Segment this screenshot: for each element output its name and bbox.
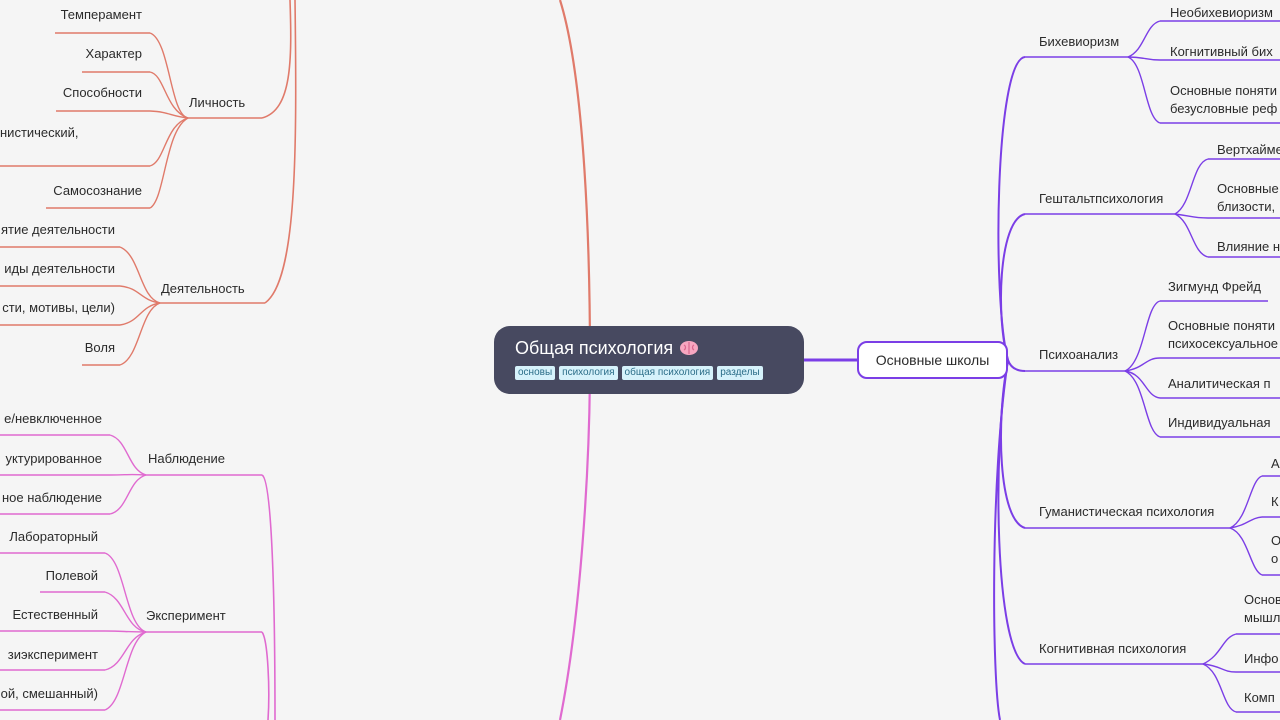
node-gestalt-influence[interactable]: Влияние н <box>1217 238 1280 256</box>
node-activity-motives[interactable]: сти, мотивы, цели) <box>0 299 115 317</box>
node-freud[interactable]: Зигмунд Фрейд <box>1168 278 1261 296</box>
node-quasi-experiment[interactable]: зиэксперимент <box>0 646 98 664</box>
node-behaviorism[interactable]: Бихевиоризм <box>1039 33 1119 51</box>
node-cognitive-basics[interactable]: Основ мышл <box>1244 591 1280 627</box>
tag-psychology[interactable]: психология <box>559 366 618 380</box>
node-psychoanalysis-concepts[interactable]: Основные поняти психосексуальное <box>1168 317 1280 353</box>
tag-general-psychology[interactable]: общая психология <box>621 366 714 380</box>
node-cognitive-behaviorism[interactable]: Когнитивный бих <box>1170 43 1273 61</box>
node-behaviorism-concepts[interactable]: Основные поняти безусловные реф <box>1170 82 1280 118</box>
tag-basics[interactable]: основы <box>515 366 556 380</box>
root-title-text: Общая психология <box>515 338 674 358</box>
node-humanistic[interactable]: Гуманистическая психология <box>1039 503 1214 521</box>
node-observation[interactable]: Наблюдение <box>148 450 225 468</box>
node-psychoanalysis[interactable]: Психоанализ <box>1039 346 1118 364</box>
node-neobehaviorism[interactable]: Необихевиоризм <box>1170 4 1273 22</box>
node-field-experiment[interactable]: Полевой <box>0 567 98 585</box>
node-analytical-psychology[interactable]: Аналитическая п <box>1168 375 1271 393</box>
node-cognitive-comp[interactable]: Комп <box>1244 689 1275 707</box>
node-temperament[interactable]: Темперамент <box>20 6 142 24</box>
node-character[interactable]: Характер <box>20 45 142 63</box>
node-cognitive[interactable]: Когнитивная психология <box>1039 640 1186 658</box>
mindmap-canvas[interactable]: Темперамент Характер Способности нистиче… <box>0 0 1280 720</box>
node-wertheimer[interactable]: Вертхайме <box>1217 141 1280 159</box>
node-lab-experiment[interactable]: Лабораторный <box>0 528 98 546</box>
node-observation-type[interactable]: ное наблюдение <box>0 489 102 507</box>
node-will[interactable]: Воля <box>0 339 115 357</box>
node-observation-included[interactable]: е/невключенное <box>0 410 102 428</box>
node-cognitive-info[interactable]: Инфо <box>1244 650 1278 668</box>
root-tags: основы психология общая психология разде… <box>515 366 783 380</box>
node-abilities[interactable]: Способности <box>20 84 142 102</box>
tag-sections[interactable]: разделы <box>717 366 763 380</box>
node-main-schools[interactable]: Основные школы <box>857 341 1008 379</box>
node-gestalt-concepts[interactable]: Основные близости, <box>1217 180 1280 216</box>
node-gestalt[interactable]: Гештальтпсихология <box>1039 190 1163 208</box>
node-humanistic-k[interactable]: К <box>1271 493 1279 511</box>
node-personality[interactable]: Личность <box>189 94 245 112</box>
node-humanistic-o[interactable]: О о <box>1271 532 1280 568</box>
node-activity[interactable]: Деятельность <box>161 280 245 298</box>
node-mixed-experiment[interactable]: ой, смешанный) <box>0 685 98 703</box>
node-personality-truncated[interactable]: нистический, <box>0 124 78 142</box>
node-activity-concept[interactable]: ятие деятельности <box>0 221 115 239</box>
root-title: Общая психология <box>515 336 783 360</box>
brain-icon <box>679 336 699 360</box>
node-individual-psychology[interactable]: Индивидуальная <box>1168 414 1271 432</box>
node-natural-experiment[interactable]: Естественный <box>0 606 98 624</box>
node-activity-types[interactable]: иды деятельности <box>0 260 115 278</box>
node-self-awareness[interactable]: Самосознание <box>20 182 142 200</box>
node-observation-structured[interactable]: уктурированное <box>0 450 102 468</box>
root-node[interactable]: Общая психология основы психология общая… <box>494 326 804 394</box>
node-humanistic-a[interactable]: А <box>1271 455 1280 473</box>
node-experiment[interactable]: Эксперимент <box>146 607 226 625</box>
